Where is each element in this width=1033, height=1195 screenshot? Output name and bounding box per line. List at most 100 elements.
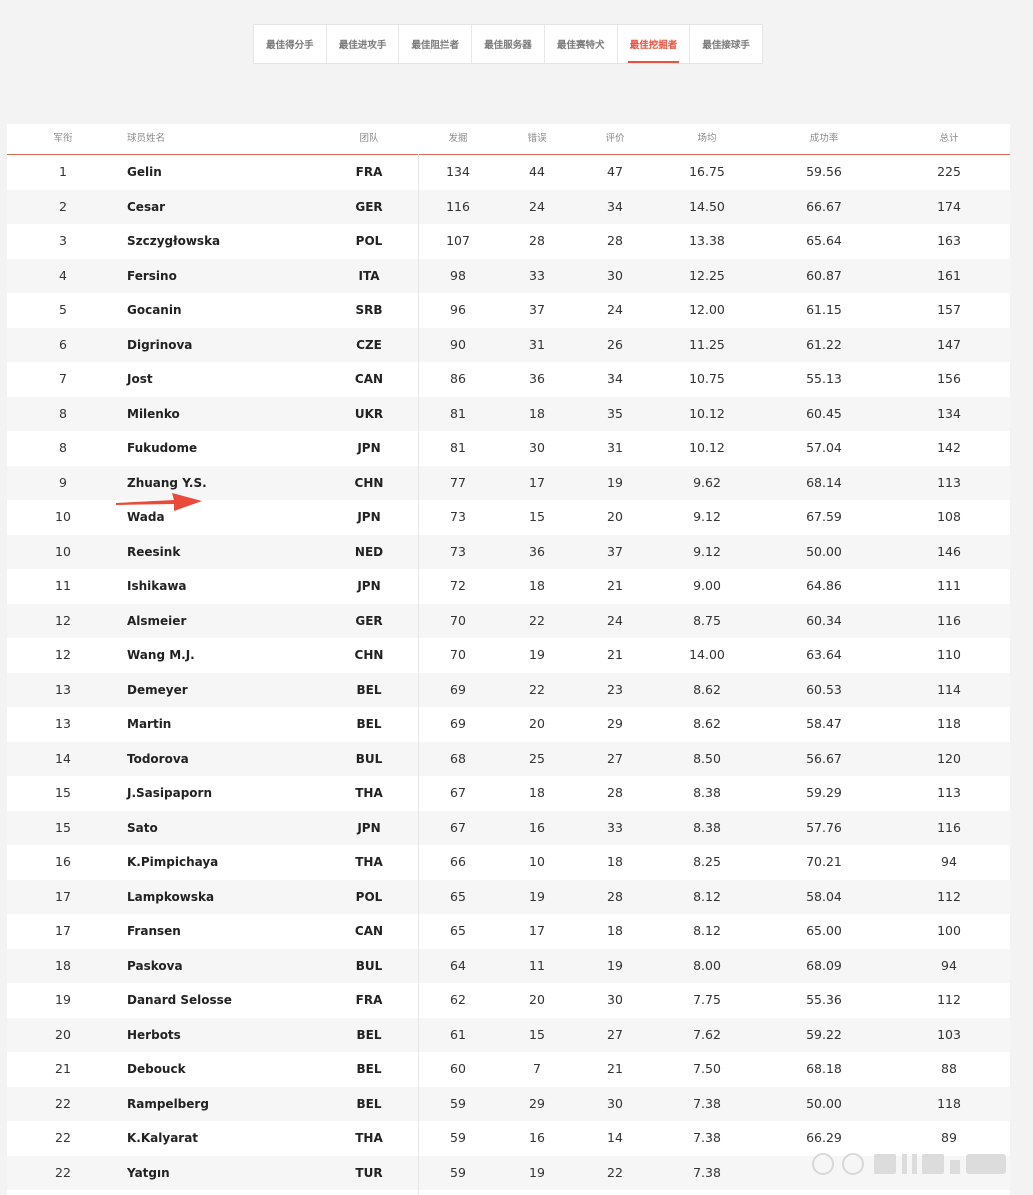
cell-errors: 19 bbox=[529, 888, 545, 904]
cell-team: GER bbox=[355, 613, 383, 628]
table-row[interactable]: 17 Fransen CAN 65 17 18 8.12 65.00 100 bbox=[7, 914, 1010, 949]
cell-total: 112 bbox=[937, 992, 961, 1007]
header-rank[interactable]: 军衔 bbox=[53, 124, 72, 154]
cell-success: 50.00 bbox=[806, 1095, 842, 1111]
cell-avg: 10.12 bbox=[689, 405, 725, 421]
table-row[interactable]: 7 Jost CAN 86 36 34 10.75 55.13 156 bbox=[7, 362, 1010, 397]
tab-7[interactable]: 最佳接球手 bbox=[690, 25, 762, 63]
cell-success: 55.13 bbox=[806, 371, 842, 386]
cell-rank: 9 bbox=[59, 474, 67, 490]
cell-success: 50.00 bbox=[806, 543, 842, 559]
tab-5[interactable]: 最佳赛特犬 bbox=[545, 25, 618, 63]
cell-avg: 7.38 bbox=[693, 1095, 721, 1111]
cell-team: FRA bbox=[355, 993, 383, 1007]
cell-digs: 60 bbox=[450, 1061, 466, 1076]
header-success[interactable]: 成功率 bbox=[810, 124, 839, 154]
table-row[interactable]: 4 Fersino ITA 98 33 30 12.25 60.87 161 bbox=[7, 258, 1010, 293]
header-digs[interactable]: 发掘 bbox=[448, 124, 467, 154]
cell-total: 225 bbox=[937, 164, 961, 179]
table-row[interactable]: 19 Danard Selosse FRA 62 20 30 7.75 55.36 112 bbox=[7, 983, 1010, 1018]
tab-4[interactable]: 最佳服务器 bbox=[472, 25, 545, 63]
cell-avg: 9.12 bbox=[693, 543, 721, 559]
header-name[interactable]: 球员姓名 bbox=[127, 124, 165, 154]
cell-reception: 24 bbox=[607, 612, 623, 628]
header-team[interactable]: 团队 bbox=[359, 124, 378, 154]
cell-errors: 33 bbox=[529, 267, 545, 283]
cell-digs: 69 bbox=[450, 716, 466, 731]
cell-success: 68.18 bbox=[806, 1061, 842, 1076]
cell-total: 142 bbox=[937, 440, 961, 455]
cell-reception: 21 bbox=[607, 1061, 623, 1076]
cell-total: 146 bbox=[937, 543, 961, 559]
table-row[interactable]: 18 Paskova BUL 64 11 19 8.00 68.09 94 bbox=[7, 948, 1010, 983]
table-row[interactable]: 22 Rampelberg BEL 59 29 30 7.38 50.00 118 bbox=[7, 1086, 1010, 1121]
table-row[interactable]: 2 Cesar GER 116 24 34 14.50 66.67 174 bbox=[7, 189, 1010, 224]
cell-reception: 34 bbox=[607, 371, 623, 386]
cell-avg: 8.25 bbox=[693, 854, 721, 869]
cell-avg: 7.75 bbox=[693, 992, 721, 1007]
table-row[interactable]: 15 J.Sasipaporn THA 67 18 28 8.38 59.29 113 bbox=[7, 776, 1010, 811]
table-row[interactable]: 11 Ishikawa JPN 72 18 21 9.00 64.86 111 bbox=[7, 569, 1010, 604]
cell-avg: 16.75 bbox=[689, 164, 725, 179]
cell-total: 134 bbox=[937, 405, 961, 421]
table-row[interactable]: 6 Digrinova CZE 90 31 26 11.25 61.22 147 bbox=[7, 327, 1010, 362]
cell-digs: 72 bbox=[450, 578, 466, 593]
header-avg[interactable]: 场均 bbox=[697, 124, 716, 154]
table-row[interactable]: 20 Herbots BEL 61 15 27 7.62 59.22 103 bbox=[7, 1017, 1010, 1052]
cell-rank: 20 bbox=[55, 1026, 71, 1042]
cell-success: 60.45 bbox=[806, 405, 842, 421]
cell-total: 116 bbox=[937, 612, 961, 628]
table-row[interactable]: 17 Lampkowska POL 65 19 28 8.12 58.04 112 bbox=[7, 879, 1010, 914]
cell-success: 67.59 bbox=[806, 509, 842, 524]
cell-digs: 65 bbox=[450, 888, 466, 904]
cell-success: 57.76 bbox=[806, 819, 842, 835]
cell-team: ITA bbox=[358, 268, 380, 283]
table-row[interactable]: 12 Alsmeier GER 70 22 24 8.75 60.34 116 bbox=[7, 603, 1010, 638]
cell-name: Jost bbox=[127, 372, 153, 386]
tab-3[interactable]: 最佳阻拦者 bbox=[399, 25, 473, 63]
table-row[interactable]: 15 Sato JPN 67 16 33 8.38 57.76 116 bbox=[7, 810, 1010, 845]
header-reception[interactable]: 评价 bbox=[605, 124, 624, 154]
cell-success: 65.64 bbox=[806, 233, 842, 248]
table-row[interactable]: 8 Milenko UKR 81 18 35 10.12 60.45 134 bbox=[7, 396, 1010, 431]
header-total[interactable]: 总计 bbox=[939, 124, 958, 154]
table-row[interactable]: 13 Martin BEL 69 20 29 8.62 58.47 118 bbox=[7, 707, 1010, 742]
table-row[interactable]: 21 Debouck BEL 60 7 21 7.50 68.18 88 bbox=[7, 1052, 1010, 1087]
cell-name: Wang M.J. bbox=[127, 648, 195, 662]
cell-digs: 66 bbox=[450, 854, 466, 869]
table-row[interactable]: 10 Reesink NED 73 36 37 9.12 50.00 146 bbox=[7, 534, 1010, 569]
tab-1[interactable]: 最佳得分手 bbox=[254, 25, 327, 63]
cell-name: Gelin bbox=[127, 165, 162, 179]
cell-avg: 8.50 bbox=[693, 750, 721, 766]
cell-team: JPN bbox=[357, 510, 381, 524]
cell-rank: 6 bbox=[59, 336, 67, 352]
cell-total: 118 bbox=[937, 1095, 961, 1111]
table-row[interactable]: 1 Gelin FRA 134 44 47 16.75 59.56 225 bbox=[7, 155, 1010, 190]
cell-rank: 22 bbox=[55, 1095, 71, 1111]
cell-avg: 10.75 bbox=[689, 371, 725, 386]
cell-total: 111 bbox=[937, 578, 961, 593]
cell-errors: 15 bbox=[529, 509, 545, 524]
tab-2[interactable]: 最佳进攻手 bbox=[327, 25, 400, 63]
cell-total: 103 bbox=[937, 1026, 961, 1042]
cell-total: 118 bbox=[937, 716, 961, 731]
cell-rank: 18 bbox=[55, 957, 71, 973]
table-row[interactable]: 16 K.Pimpichaya THA 66 10 18 8.25 70.21 94 bbox=[7, 845, 1010, 880]
cell-errors: 7 bbox=[533, 1061, 541, 1076]
cell-digs: 73 bbox=[450, 509, 466, 524]
cell-total: 108 bbox=[937, 509, 961, 524]
cell-name: J.Sasipaporn bbox=[127, 786, 213, 800]
table-row[interactable]: 5 Gocanin SRB 96 37 24 12.00 61.15 157 bbox=[7, 293, 1010, 328]
cell-avg: 8.38 bbox=[693, 819, 721, 835]
cell-digs: 68 bbox=[450, 750, 466, 766]
table-row[interactable]: 3 Szczygłowska POL 107 28 28 13.38 65.64 163 bbox=[7, 224, 1010, 259]
cell-success: 60.87 bbox=[806, 267, 842, 283]
tab-6[interactable]: 最佳挖掘者 bbox=[618, 25, 691, 63]
table-row[interactable]: 8 Fukudome JPN 81 30 31 10.12 57.04 142 bbox=[7, 431, 1010, 466]
table-row[interactable]: 13 Demeyer BEL 69 22 23 8.62 60.53 114 bbox=[7, 672, 1010, 707]
table-row[interactable]: 12 Wang M.J. CHN 70 19 21 14.00 63.64 110 bbox=[7, 638, 1010, 673]
cell-avg: 12.25 bbox=[689, 267, 725, 283]
header-errors[interactable]: 错误 bbox=[527, 124, 546, 154]
table-row[interactable]: 14 Todorova BUL 68 25 27 8.50 56.67 120 bbox=[7, 741, 1010, 776]
cell-digs: 69 bbox=[450, 681, 466, 697]
